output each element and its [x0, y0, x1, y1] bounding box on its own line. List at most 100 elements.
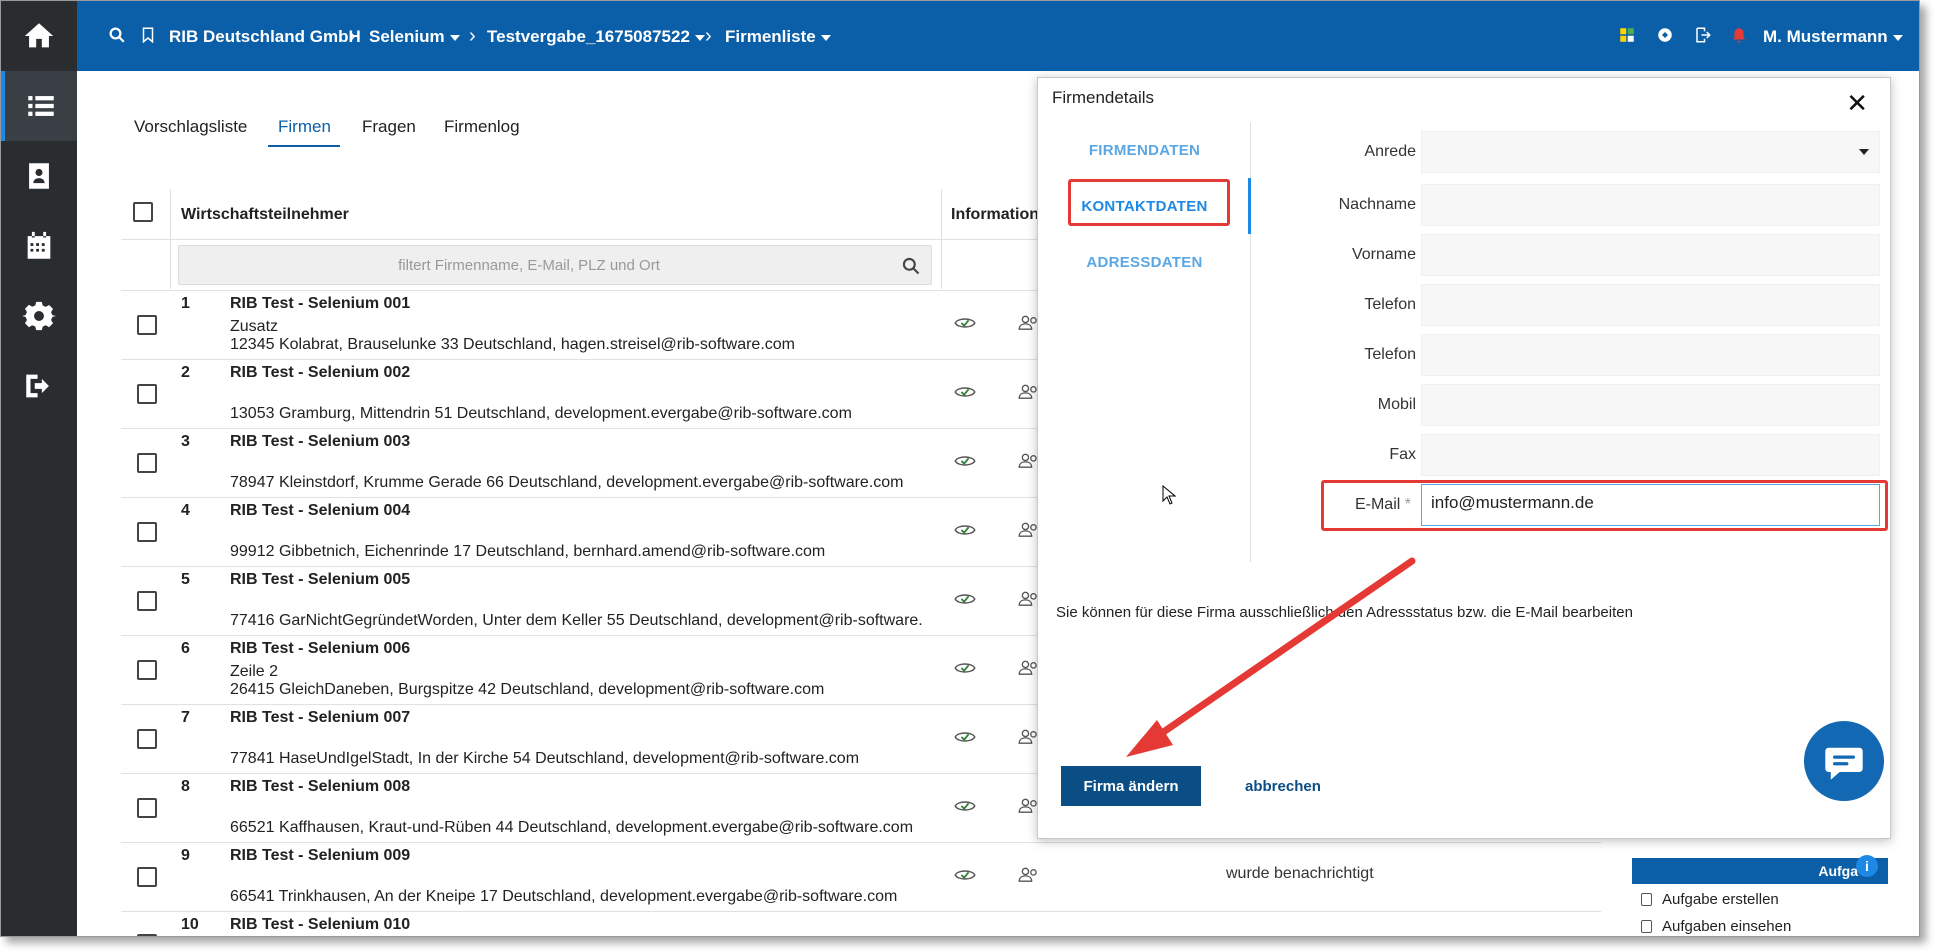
side-item-adressdaten[interactable]: ADRESSDATEN	[1038, 254, 1251, 271]
calendar-icon[interactable]	[1, 211, 77, 281]
row-checkbox[interactable]	[137, 934, 157, 936]
company-address: 26415 GleichDaneben, Burgspitze 42 Deuts…	[230, 681, 825, 698]
aufgaben-header[interactable]: Aufga	[1632, 858, 1888, 884]
breadcrumb-separator: ›	[705, 25, 712, 47]
anrede-select[interactable]	[1421, 131, 1880, 173]
company-address: 13053 Gramburg, Mittendrin 51 Deutschlan…	[230, 405, 852, 422]
row-number: 4	[181, 502, 190, 519]
telefon2-field[interactable]	[1421, 334, 1880, 376]
row-number: 9	[181, 847, 190, 864]
highlight-email	[1321, 480, 1888, 531]
row-number: 5	[181, 571, 190, 588]
mouse-cursor-icon	[1162, 485, 1176, 505]
row-checkbox[interactable]	[137, 384, 157, 404]
breadcrumb-testvergabe[interactable]: Testvergabe_1675087522	[487, 27, 705, 47]
support-icon[interactable]	[1656, 26, 1674, 44]
table-row[interactable]: 9 RIB Test - Selenium 009 66541 Trinkhau…	[121, 843, 1601, 912]
row-checkbox[interactable]	[137, 591, 157, 611]
tab-firmen[interactable]: Firmen	[278, 117, 331, 137]
column-header-information[interactable]: Information	[951, 206, 1039, 224]
notification-bell-icon[interactable]	[1730, 26, 1748, 44]
company-name: RIB Test - Selenium 007	[230, 709, 411, 726]
tab-fragen[interactable]: Fragen	[362, 117, 416, 137]
divider	[121, 239, 1037, 240]
clipboard-icon	[1641, 893, 1652, 906]
tab-vorschlagsliste[interactable]: Vorschlagsliste	[134, 117, 247, 137]
people-icon[interactable]	[1018, 867, 1040, 883]
company-extra: Zeile 2	[230, 663, 279, 680]
highlight-kontaktdaten	[1068, 179, 1230, 226]
search-icon[interactable]	[108, 26, 126, 44]
list-icon[interactable]	[1, 71, 77, 141]
cloud-check-icon	[954, 663, 976, 673]
close-icon[interactable]: ✕	[1846, 88, 1868, 119]
gear-icon[interactable]	[1, 281, 77, 351]
clipboard-icon	[1641, 920, 1652, 933]
company-extra: Zusatz	[230, 318, 279, 335]
aufgabe-erstellen-link[interactable]: Aufgabe erstellen	[1641, 891, 1779, 908]
cloud-check-icon	[954, 594, 976, 604]
company-name: RIB Test - Selenium 001	[230, 295, 411, 312]
telefon-label: Telefon	[1364, 296, 1416, 313]
company-address: 12345 Kolabrat, Brauselunke 33 Deutschla…	[230, 336, 795, 353]
chat-bubble-icon[interactable]	[1804, 721, 1884, 801]
row-number: 8	[181, 778, 190, 795]
anrede-label: Anrede	[1364, 143, 1416, 160]
company-filter	[178, 245, 932, 285]
breadcrumb-firmenliste[interactable]: Firmenliste	[725, 27, 831, 47]
active-tab-indicator	[268, 145, 340, 147]
company-filter-input[interactable]	[179, 246, 879, 284]
nachname-field[interactable]	[1421, 184, 1880, 226]
company-name: RIB Test - Selenium 006	[230, 640, 411, 657]
company-name: RIB Test - Selenium 005	[230, 571, 411, 588]
company-name: RIB Test - Selenium 004	[230, 502, 411, 519]
company-address: 78947 Kleinstdorf, Krumme Gerade 66 Deut…	[230, 474, 904, 491]
table-row[interactable]: 10 RIB Test - Selenium 010	[121, 912, 1601, 936]
telefon-field[interactable]	[1421, 284, 1880, 326]
export-icon[interactable]	[1694, 26, 1712, 44]
breadcrumb-org[interactable]: RIB Deutschland GmbH	[169, 27, 361, 47]
row-number: 1	[181, 295, 190, 312]
row-checkbox[interactable]	[137, 867, 157, 887]
row-checkbox[interactable]	[137, 798, 157, 818]
abbrechen-link[interactable]: abbrechen	[1245, 778, 1321, 795]
cloud-check-icon	[954, 870, 976, 880]
cloud-check-icon	[954, 456, 976, 466]
cloud-check-icon	[954, 525, 976, 535]
user-menu[interactable]: M. Mustermann	[1763, 27, 1903, 47]
search-icon[interactable]	[901, 256, 921, 276]
mobil-field[interactable]	[1421, 384, 1880, 426]
company-name: RIB Test - Selenium 002	[230, 364, 411, 381]
logout-icon[interactable]	[1, 351, 77, 421]
row-number: 10	[181, 916, 199, 933]
side-item-firmendaten[interactable]: FIRMENDATEN	[1038, 142, 1251, 159]
status-text: wurde benachrichtigt	[1226, 865, 1374, 882]
fax-field[interactable]	[1421, 434, 1880, 476]
row-checkbox[interactable]	[137, 522, 157, 542]
telefon2-label: Telefon	[1364, 346, 1416, 363]
edit-restriction-note: Sie können für diese Firma ausschließlic…	[1056, 604, 1633, 621]
firma-aendern-button[interactable]: Firma ändern	[1061, 766, 1201, 806]
company-name: RIB Test - Selenium 010	[230, 916, 411, 933]
apps-icon[interactable]	[1618, 26, 1636, 44]
column-header-wirtschaftsteilnehmer[interactable]: Wirtschaftsteilnehmer	[181, 206, 349, 224]
active-side-indicator	[1248, 178, 1251, 234]
row-number: 2	[181, 364, 190, 381]
cloud-check-icon	[954, 801, 976, 811]
cloud-check-icon	[954, 387, 976, 397]
bookmark-icon[interactable]	[139, 26, 157, 44]
contact-card-icon[interactable]	[1, 141, 77, 211]
home-icon[interactable]	[1, 1, 77, 71]
vorname-field[interactable]	[1421, 234, 1880, 276]
row-number: 3	[181, 433, 190, 450]
breadcrumb-selenium[interactable]: Selenium	[369, 27, 460, 47]
row-checkbox[interactable]	[137, 660, 157, 680]
tab-firmenlog[interactable]: Firmenlog	[444, 117, 520, 137]
row-checkbox[interactable]	[137, 315, 157, 335]
aufgaben-einsehen-link[interactable]: Aufgaben einsehen	[1641, 918, 1791, 935]
row-checkbox[interactable]	[137, 453, 157, 473]
row-checkbox[interactable]	[137, 729, 157, 749]
select-all-checkbox[interactable]	[133, 202, 153, 222]
nachname-label: Nachname	[1338, 196, 1416, 213]
info-icon[interactable]: i	[1856, 855, 1878, 877]
